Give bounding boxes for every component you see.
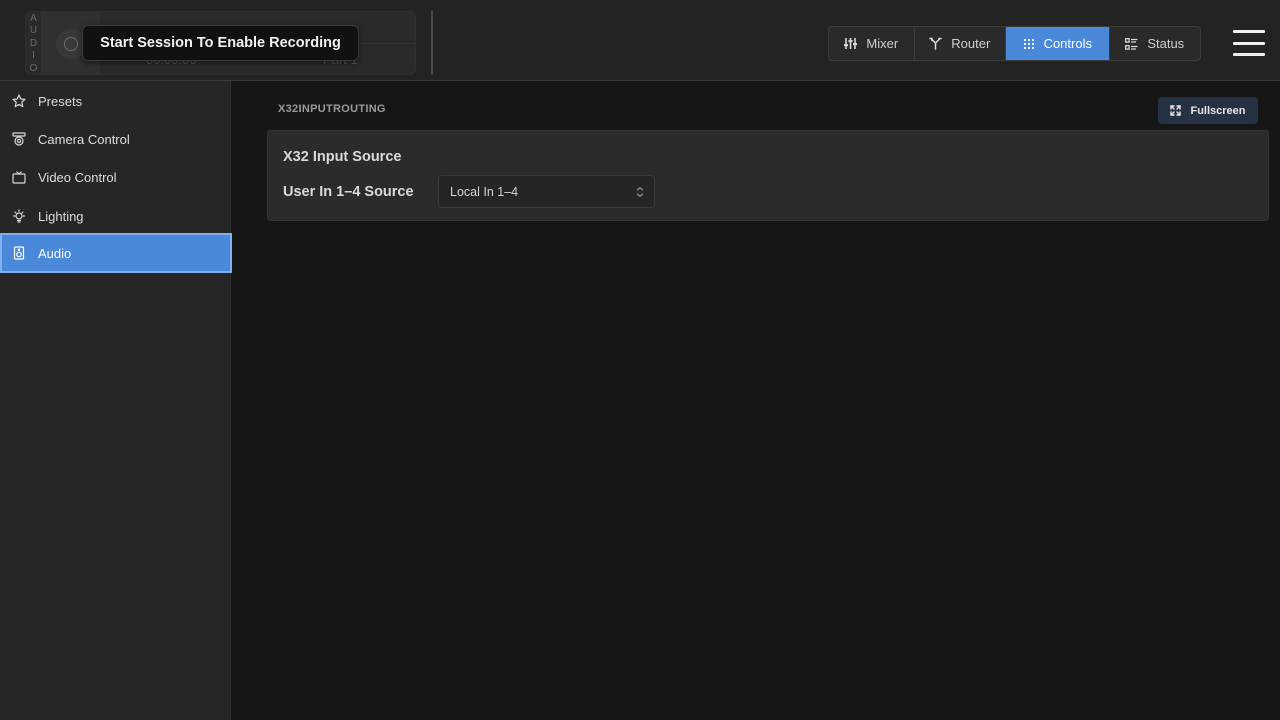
vertical-letter: A: [30, 12, 37, 24]
sidebar-item-label: Video Control: [38, 169, 117, 185]
sidebar-item-label: Audio: [38, 245, 72, 261]
camera-icon: [12, 132, 26, 146]
sidebar-item-label: Camera Control: [38, 131, 130, 147]
tab-label: Mixer: [866, 36, 899, 51]
tab-status[interactable]: Status: [1110, 27, 1201, 60]
tab-label: Controls: [1043, 36, 1092, 51]
grid-dots-icon: [1023, 38, 1034, 49]
star-icon: [12, 94, 26, 108]
tv-icon: [12, 171, 26, 184]
recording-tooltip: Start Session To Enable Recording: [82, 25, 359, 61]
tab-label: Router: [951, 36, 991, 51]
fullscreen-label: Fullscreen: [1190, 104, 1246, 117]
tab-label: Status: [1147, 36, 1185, 51]
fullscreen-button[interactable]: Fullscreen: [1158, 97, 1258, 124]
top-bar: A U D I O Untitled Session 00:00:00 Part…: [0, 0, 1280, 81]
tab-router[interactable]: Router: [915, 27, 1007, 60]
sidebar-item-video-control[interactable]: Video Control: [0, 158, 232, 196]
vertical-letter: U: [29, 25, 38, 37]
speaker-icon: [13, 246, 25, 260]
section-title: X32INPUTROUTING: [278, 103, 386, 115]
source-select[interactable]: Local In 1–4: [438, 175, 655, 208]
sidebar-item-presets[interactable]: Presets: [0, 82, 232, 120]
sidebar-item-camera-control[interactable]: Camera Control: [0, 120, 232, 158]
select-arrows-icon: [636, 186, 644, 198]
hamburger-menu-icon[interactable]: [1233, 30, 1265, 56]
source-field-label: User In 1–4 Source: [283, 184, 414, 200]
lightbulb-icon: [12, 209, 26, 223]
sidebar: Presets Camera Control Video Control Lig…: [0, 81, 232, 720]
select-value: Local In 1–4: [450, 184, 519, 199]
route-icon: [929, 37, 943, 50]
view-switcher: Mixer Router Controls Status: [828, 26, 1201, 61]
expand-icon: [1170, 105, 1182, 116]
tab-mixer[interactable]: Mixer: [829, 27, 915, 60]
sidebar-item-label: Presets: [38, 93, 83, 109]
sidebar-item-label: Lighting: [38, 208, 84, 224]
tab-controls[interactable]: Controls: [1006, 27, 1110, 60]
topbar-divider: [431, 11, 433, 75]
card-title: X32 Input Source: [283, 149, 402, 165]
vertical-letter: D: [29, 37, 38, 49]
vertical-letter: I: [32, 50, 35, 62]
sliders-icon: [844, 38, 858, 49]
vertical-letter: O: [29, 62, 38, 74]
status-list-icon: [1125, 37, 1138, 50]
sidebar-item-audio[interactable]: Audio: [0, 233, 232, 273]
audio-vertical-label: A U D I O: [26, 12, 42, 74]
input-source-card: X32 Input Source User In 1–4 Source Loca…: [267, 130, 1269, 221]
sidebar-item-lighting[interactable]: Lighting: [0, 197, 232, 235]
